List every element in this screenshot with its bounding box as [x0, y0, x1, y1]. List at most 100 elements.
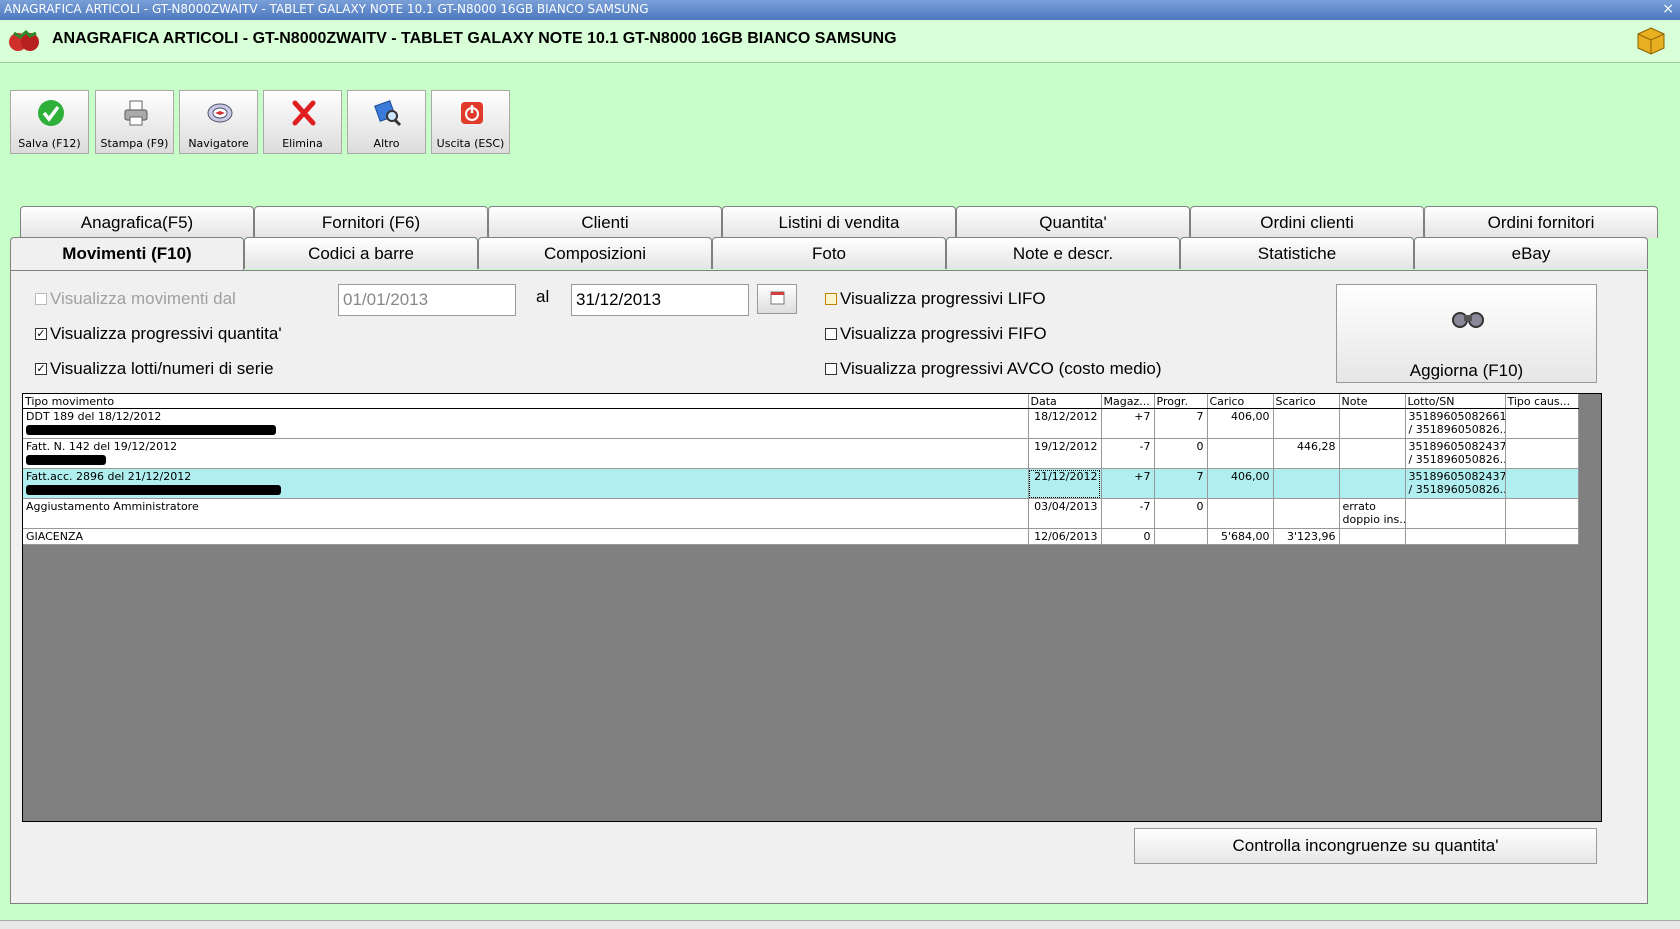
note-line2: doppio ins...: [1342, 513, 1405, 526]
tab-ebay[interactable]: eBay: [1414, 237, 1648, 269]
exit-button[interactable]: Uscita (ESC): [431, 90, 510, 154]
cell-tipo-caus: [1505, 408, 1579, 439]
cell-data: 21/12/2012: [1028, 468, 1102, 499]
tab-ordini-clienti[interactable]: Ordini clienti: [1190, 206, 1424, 238]
cell-data: 18/12/2012: [1028, 408, 1102, 439]
fifo-checkbox[interactable]: [825, 328, 837, 340]
tab-movimenti[interactable]: Movimenti (F10): [10, 237, 244, 271]
cell-progr: 0: [1154, 438, 1208, 469]
col-lotto[interactable]: Lotto/SN: [1405, 394, 1506, 409]
cell-magaz: +7: [1101, 468, 1155, 499]
col-magaz[interactable]: Magaz...: [1101, 394, 1155, 409]
save-button[interactable]: Salva (F12): [10, 90, 89, 154]
lotto-line1: 351896050824370: [1408, 470, 1505, 483]
date-from-field[interactable]: 01/01/2013: [338, 284, 516, 316]
delete-label: Elimina: [282, 137, 323, 150]
cell-magaz: -7: [1101, 438, 1155, 469]
tab-note[interactable]: Note e descr.: [946, 237, 1180, 269]
show-from-checkbox[interactable]: [35, 293, 47, 305]
table-row-selected[interactable]: Fatt.acc. 2896 del 21/12/2012 21/12/2012…: [23, 468, 1579, 499]
col-data[interactable]: Data: [1028, 394, 1102, 409]
al-label: al: [536, 287, 550, 306]
cell-lotto: [1405, 498, 1506, 529]
movements-table: Tipo movimento Data Magaz... Progr. Cari…: [23, 394, 1579, 545]
cell-note: [1339, 468, 1406, 499]
cell-carico: 406,00: [1207, 408, 1274, 439]
show-from-label: Visualizza movimenti dal: [50, 289, 236, 308]
lots-option: ✓ Visualizza lotti/numeri di serie: [35, 359, 274, 379]
tab-statistiche[interactable]: Statistiche: [1180, 237, 1414, 269]
cell-lotto: [1405, 528, 1506, 545]
print-label: Stampa (F9): [100, 137, 169, 150]
tipo-text: DDT 189 del 18/12/2012: [26, 410, 162, 423]
col-carico[interactable]: Carico: [1207, 394, 1274, 409]
lotto-line2: / 351896050826...: [1408, 453, 1505, 466]
col-progr[interactable]: Progr.: [1154, 394, 1208, 409]
tab-quantita[interactable]: Quantita': [956, 206, 1190, 238]
app-header: ANAGRAFICA ARTICOLI - GT-N8000ZWAITV - T…: [0, 20, 1680, 63]
tab-codici-barre[interactable]: Codici a barre: [244, 237, 478, 269]
navigator-button[interactable]: Navigatore: [179, 90, 258, 154]
fifo-label: Visualizza progressivi FIFO: [840, 324, 1047, 343]
tab-ordini-fornitori[interactable]: Ordini fornitori: [1424, 206, 1658, 238]
refresh-button[interactable]: Aggiorna (F10): [1336, 284, 1597, 383]
col-note[interactable]: Note: [1339, 394, 1406, 409]
tab-foto[interactable]: Foto: [712, 237, 946, 269]
tab-composizioni[interactable]: Composizioni: [478, 237, 712, 269]
table-row[interactable]: Aggiustamento Amministratore 03/04/2013 …: [23, 498, 1579, 529]
cell-carico: [1207, 438, 1274, 469]
lots-checkbox[interactable]: ✓: [35, 363, 47, 375]
calendar-button[interactable]: [757, 284, 797, 314]
exit-label: Uscita (ESC): [436, 137, 505, 150]
printer-icon: [124, 100, 148, 126]
lifo-checkbox[interactable]: [825, 293, 837, 305]
cell-data: 12/06/2013: [1028, 528, 1102, 545]
qty-progressive-label: Visualizza progressivi quantita': [50, 324, 282, 343]
cell-scarico: [1273, 498, 1340, 529]
col-tipo[interactable]: Tipo movimento: [23, 394, 1029, 409]
cell-scarico: 446,28: [1273, 438, 1340, 469]
tab-fornitori[interactable]: Fornitori (F6): [254, 206, 488, 238]
refresh-label: Aggiorna (F10): [1409, 361, 1524, 380]
cell-note: [1339, 528, 1406, 545]
cell-tipo-caus: [1505, 468, 1579, 499]
table-row[interactable]: DDT 189 del 18/12/2012 18/12/2012 +7 7 4…: [23, 408, 1579, 439]
print-button[interactable]: Stampa (F9): [95, 90, 174, 154]
table-row-total[interactable]: GIACENZA 12/06/2013 0 5'684,00 3'123,96: [23, 528, 1579, 545]
col-scarico[interactable]: Scarico: [1273, 394, 1340, 409]
page-title: ANAGRAFICA ARTICOLI - GT-N8000ZWAITV - T…: [52, 30, 897, 47]
note-line1: errato: [1342, 500, 1376, 513]
cell-note: [1339, 438, 1406, 469]
tab-anagrafica[interactable]: Anagrafica(F5): [20, 206, 254, 238]
cell-data: 19/12/2012: [1028, 438, 1102, 469]
movements-grid[interactable]: Tipo movimento Data Magaz... Progr. Cari…: [22, 393, 1602, 822]
fifo-option: Visualizza progressivi FIFO: [825, 324, 1047, 344]
avco-label: Visualizza progressivi AVCO (costo medio…: [840, 359, 1162, 378]
lotto-line2: / 351896050826...: [1408, 423, 1505, 436]
cell-lotto: 351896050826615/ 351896050826...: [1405, 408, 1506, 439]
redacted-text: [26, 455, 106, 465]
window-title: ANAGRAFICA ARTICOLI - GT-N8000ZWAITV - T…: [4, 2, 649, 16]
power-icon: [461, 102, 483, 124]
tab-listini[interactable]: Listini di vendita: [722, 206, 956, 238]
qty-progressive-checkbox[interactable]: ✓: [35, 328, 47, 340]
tab-clienti[interactable]: Clienti: [488, 206, 722, 238]
col-tipo-caus[interactable]: Tipo caus...: [1505, 394, 1579, 409]
check-inconsistencies-button[interactable]: Controlla incongruenze su quantita': [1134, 828, 1597, 864]
delete-button[interactable]: Elimina: [263, 90, 342, 154]
strawberry-logo-icon: [9, 29, 39, 51]
other-label: Altro: [373, 137, 400, 150]
save-label: Salva (F12): [18, 137, 81, 150]
avco-checkbox[interactable]: [825, 363, 837, 375]
cell-note: errato doppio ins...: [1339, 498, 1406, 529]
package-icon[interactable]: [1636, 26, 1666, 56]
cell-scarico: 3'123,96: [1273, 528, 1340, 545]
navigator-label: Navigatore: [188, 137, 249, 150]
cell-tipo: Fatt.acc. 2896 del 21/12/2012: [23, 468, 1029, 499]
compass-icon: [207, 103, 233, 123]
other-button[interactable]: Altro: [347, 90, 426, 154]
date-to-field[interactable]: 31/12/2013: [571, 284, 749, 316]
table-row[interactable]: Fatt. N. 142 del 19/12/2012 19/12/2012 -…: [23, 438, 1579, 469]
close-icon[interactable]: ×: [1662, 0, 1674, 18]
cell-magaz: +7: [1101, 408, 1155, 439]
